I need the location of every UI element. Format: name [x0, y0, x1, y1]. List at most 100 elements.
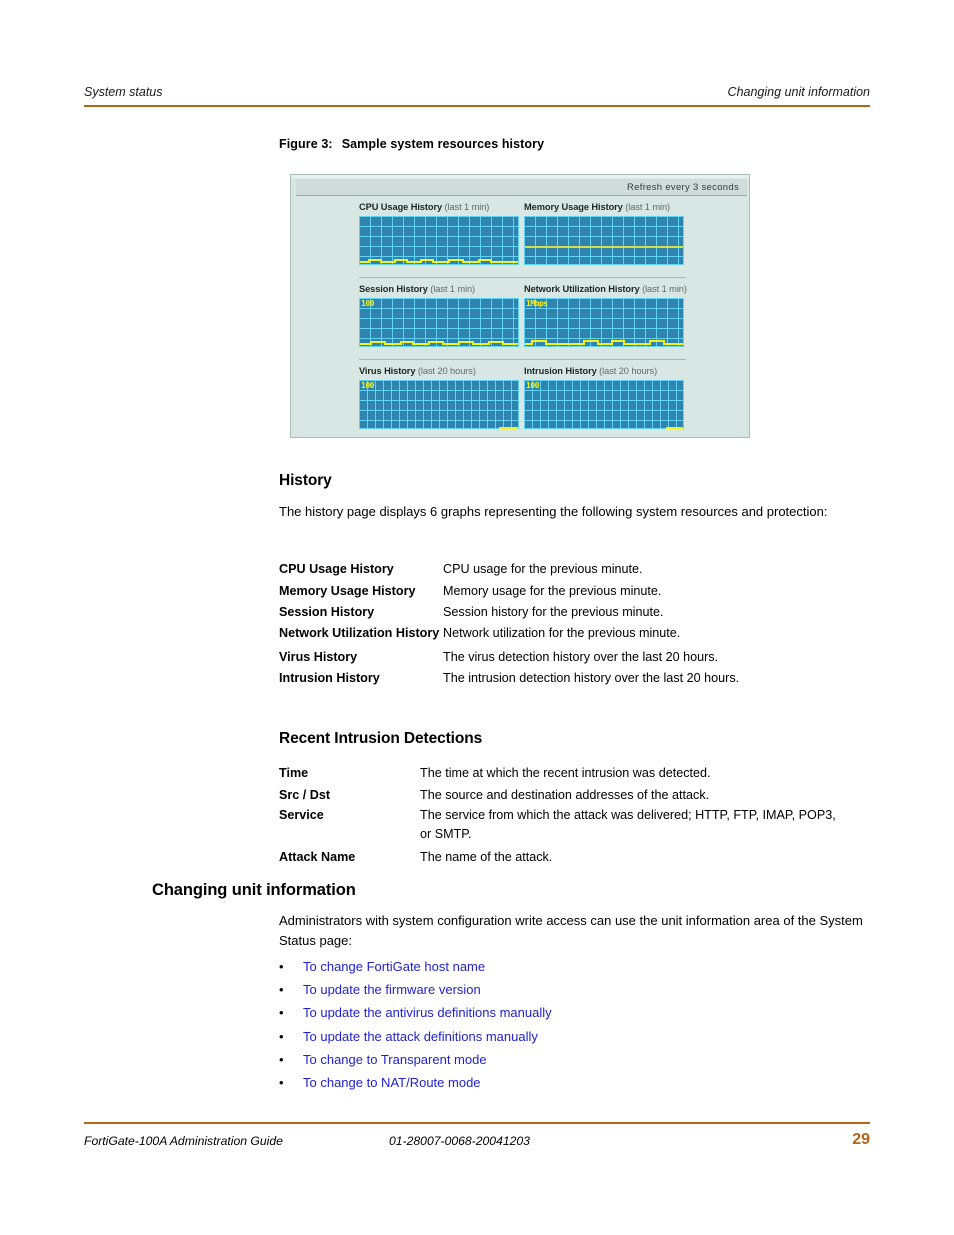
definition-term: Time — [279, 766, 309, 780]
series-line-network — [524, 298, 684, 347]
graph-virus-history: Virus History (last 20 hours) 100 — [359, 365, 519, 429]
series-line-cpu — [359, 216, 519, 265]
graph-intrusion-history: Intrusion History (last 20 hours) 100 — [524, 365, 684, 429]
graph-plot-network: 1Mbps — [524, 298, 684, 347]
graph-network-utilization-history: Network Utilization History (last 1 min)… — [524, 283, 687, 347]
bullet-dot-icon: • — [279, 1005, 284, 1021]
definition-description: Network utilization for the previous min… — [443, 625, 681, 640]
paragraph-history-intro: The history page displays 6 graphs repre… — [279, 504, 828, 519]
graph-row-2: Session History (last 1 min) 100 Network… — [296, 283, 747, 357]
list-item[interactable]: • To change to NAT/Route mode — [279, 1071, 864, 1094]
screenshot-top-strip — [291, 175, 749, 178]
definition-row: CPU Usage History CPU usage for the prev… — [279, 559, 879, 581]
bullet-dot-icon: • — [279, 1051, 284, 1067]
figure-title: Sample system resources history — [341, 137, 545, 151]
definition-description: CPU usage for the previous minute. — [443, 562, 643, 576]
graph-title-virus: Virus History (last 20 hours) — [359, 365, 519, 377]
graph-row-separator-1 — [359, 277, 686, 278]
definition-term: Memory Usage History — [279, 583, 416, 598]
definition-description: The virus detection history over the las… — [443, 649, 719, 664]
bullet-dot-icon: • — [279, 982, 284, 998]
plot-axis-label-virus: 100 — [361, 381, 374, 390]
figure-number: Figure 3: — [279, 137, 333, 151]
definition-description: The intrusion detection history over the… — [443, 671, 740, 685]
running-header: System status Changing unit information — [84, 85, 870, 99]
heading-changing-unit-information: Changing unit information — [152, 881, 356, 899]
definition-row: Attack Name The name of the attack. — [279, 847, 879, 869]
graph-period-text: (last 1 min) — [625, 202, 671, 212]
heading-recent-intrusion-detections: Recent Intrusion Detections — [279, 730, 483, 747]
list-item[interactable]: • To change to Transparent mode — [279, 1048, 864, 1071]
paragraph-changing-unit-intro: Administrators with system configuration… — [279, 913, 863, 948]
refresh-interval-text: Refresh every 3 seconds — [627, 181, 739, 193]
link-change-fortigate-host-name[interactable]: To change FortiGate host name — [303, 955, 485, 978]
bullet-dot-icon: • — [279, 959, 284, 974]
definition-term: Service — [279, 808, 324, 822]
graph-title-intrusion: Intrusion History (last 20 hours) — [524, 365, 684, 377]
graph-period-text: (last 1 min) — [444, 202, 490, 212]
graph-cpu-usage-history: CPU Usage History (last 1 min) — [359, 201, 519, 265]
graph-title-text: Session History — [359, 284, 428, 294]
header-rule — [84, 105, 870, 107]
definition-description: The source and destination addresses of … — [420, 787, 710, 802]
heading-history: History — [279, 472, 332, 489]
definition-row: Src / Dst The source and destination add… — [279, 785, 879, 807]
definition-term: Attack Name — [279, 850, 356, 864]
bullet-list-changing-unit: • To change FortiGate host name • To upd… — [279, 955, 864, 1094]
graph-row-separator-2 — [359, 359, 686, 360]
definition-term: Intrusion History — [279, 671, 380, 685]
footer-guide-title: FortiGate-100A Administration Guide — [84, 1134, 283, 1148]
footer-rule — [84, 1122, 870, 1124]
list-item[interactable]: • To update the antivirus definitions ma… — [279, 1001, 864, 1024]
graph-title-text: CPU Usage History — [359, 202, 443, 212]
footer-document-id: 01-28007-0068-20041203 — [389, 1134, 530, 1148]
graph-row-3: Virus History (last 20 hours) 100 Intrus… — [296, 365, 747, 437]
plot-axis-label-session: 100 — [361, 299, 374, 308]
link-change-to-transparent-mode[interactable]: To change to Transparent mode — [303, 1048, 487, 1071]
figure-caption: Figure 3: Sample system resources history — [279, 137, 544, 151]
plot-axis-label-network: 1Mbps — [526, 299, 548, 308]
definition-row: Network Utilization History Network util… — [279, 624, 879, 643]
link-update-attack-definitions[interactable]: To update the attack definitions manuall… — [303, 1025, 538, 1048]
graph-session-history: Session History (last 1 min) 100 — [359, 283, 519, 347]
graph-title-text: Intrusion History — [524, 366, 597, 376]
definition-description: Session history for the previous minute. — [443, 605, 664, 619]
definition-row: Memory Usage History Memory usage for th… — [279, 581, 879, 603]
definition-term: Session History — [279, 605, 375, 619]
graph-title-text: Network Utilization History — [524, 284, 640, 294]
header-left-text: System status — [84, 85, 163, 99]
list-item[interactable]: • To change FortiGate host name — [279, 955, 864, 978]
graph-plot-session: 100 — [359, 298, 519, 347]
graph-plot-cpu — [359, 216, 519, 265]
series-line-memory — [524, 216, 684, 265]
graph-title-network: Network Utilization History (last 1 min) — [524, 283, 687, 295]
bullet-dot-icon: • — [279, 1074, 284, 1090]
definition-list-history: CPU Usage History CPU usage for the prev… — [279, 559, 879, 690]
link-update-antivirus-definitions[interactable]: To update the antivirus definitions manu… — [303, 1001, 552, 1024]
graph-title-text: Virus History — [359, 366, 416, 376]
link-update-firmware-version[interactable]: To update the firmware version — [303, 978, 481, 1001]
plot-axis-label-intrusion: 100 — [526, 381, 539, 390]
series-line-virus — [359, 380, 519, 429]
definition-term: Src / Dst — [279, 787, 331, 802]
figure-screenshot: Refresh every 3 seconds CPU Usage Histor… — [290, 174, 750, 438]
definition-row: Intrusion History The intrusion detectio… — [279, 668, 879, 690]
definition-description: The name of the attack. — [420, 850, 553, 864]
link-change-to-nat-route-mode[interactable]: To change to NAT/Route mode — [303, 1071, 481, 1094]
graph-title-memory: Memory Usage History (last 1 min) — [524, 201, 684, 213]
graph-period-text: (last 1 min) — [430, 284, 476, 294]
graph-title-cpu: CPU Usage History (last 1 min) — [359, 201, 519, 213]
footer-page-number: 29 — [852, 1131, 870, 1148]
header-right-text: Changing unit information — [727, 85, 870, 99]
series-line-intrusion — [524, 380, 684, 429]
graph-memory-usage-history: Memory Usage History (last 1 min) — [524, 201, 684, 265]
list-item[interactable]: • To update the firmware version — [279, 978, 864, 1001]
bullet-dot-icon: • — [279, 1028, 284, 1044]
definition-row: Time The time at which the recent intrus… — [279, 763, 879, 785]
screenshot-body: CPU Usage History (last 1 min) Memory Us… — [296, 197, 747, 435]
list-item[interactable]: • To update the attack definitions manua… — [279, 1025, 864, 1048]
definition-description: The service from which the attack was de… — [420, 808, 836, 841]
graph-plot-memory — [524, 216, 684, 265]
graph-period-text: (last 1 min) — [642, 284, 687, 294]
definition-term: Network Utilization History — [279, 625, 440, 640]
